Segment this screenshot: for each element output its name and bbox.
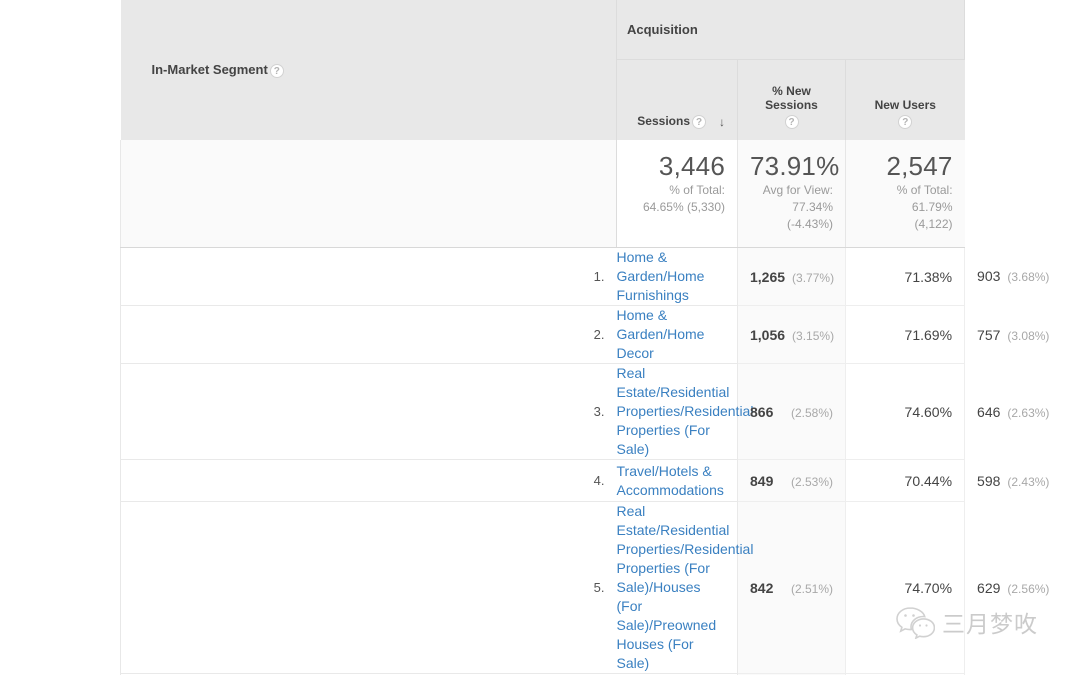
table-body: 3,446 % of Total: 64.65% (5,330) 73.91% … <box>121 140 965 675</box>
row-index: 5. <box>121 502 617 674</box>
new-users-percent: (3.68%) <box>1007 270 1049 284</box>
new-users-header-label: New Users <box>875 98 936 112</box>
segment-cell: Real Estate/Residential Properties/Resid… <box>617 364 738 460</box>
screenshot-root: In-Market Segment? Acquisition Sessions?… <box>0 0 1080 675</box>
question-mark-icon[interactable]: ? <box>692 115 706 129</box>
sessions-percent: (3.77%) <box>792 271 834 285</box>
sessions-value: 1,265 <box>750 269 785 285</box>
percent-new-sessions-header-line1: % New <box>772 84 811 98</box>
segment-cell: Home & Garden/Home Decor <box>617 306 738 364</box>
sessions-cell: 1,056 (3.15%) <box>738 306 846 364</box>
summary-new-users-value: 2,547 <box>858 151 953 181</box>
percent-new-sessions-cell: 74.70% <box>846 502 965 674</box>
sessions-value: 849 <box>750 473 773 489</box>
percent-new-sessions-cell: 71.38% <box>846 248 965 306</box>
row-index: 1. <box>121 248 617 306</box>
percent-new-sessions-cell: 74.60% <box>846 364 965 460</box>
summary-percent-new-sessions-sub1: Avg for View: <box>750 183 833 198</box>
summary-new-users-sub1: % of Total: <box>858 183 953 198</box>
new-users-value: 598 <box>977 473 1000 489</box>
sessions-cell: 866 (2.58%) <box>738 364 846 460</box>
summary-percent-new-sessions-cell: 73.91% Avg for View: 77.34% (-4.43%) <box>738 140 846 248</box>
summary-percent-new-sessions-sub2: 77.34% <box>750 200 833 215</box>
percent-new-sessions-cell: 70.44% <box>846 460 965 502</box>
summary-new-users-sub3: (4,122) <box>858 217 953 232</box>
segment-link[interactable]: Travel/Hotels & Accommodations <box>617 463 724 498</box>
sessions-cell: 1,265 (3.77%) <box>738 248 846 306</box>
percent-new-sessions-value: 70.44% <box>905 473 952 489</box>
percent-new-sessions-column-header[interactable]: % New Sessions ? <box>738 60 846 141</box>
question-mark-icon[interactable]: ? <box>898 115 912 129</box>
arrow-down-icon[interactable]: ↓ <box>713 115 725 129</box>
new-users-value: 903 <box>977 268 1000 284</box>
summary-sessions-sub2: 64.65% (5,330) <box>629 200 725 215</box>
new-users-percent: (2.63%) <box>1007 406 1049 420</box>
summary-sessions-value: 3,446 <box>629 151 725 181</box>
in-market-segment-report-table: In-Market Segment? Acquisition Sessions?… <box>120 0 965 675</box>
sessions-value: 842 <box>750 580 773 596</box>
percent-new-sessions-value: 74.60% <box>905 404 952 420</box>
table-header: In-Market Segment? Acquisition Sessions?… <box>121 0 965 140</box>
sessions-column-header[interactable]: Sessions? ↓ <box>617 60 738 141</box>
summary-new-users-cell: 2,547 % of Total: 61.79% (4,122) <box>846 140 965 248</box>
row-index: 3. <box>121 364 617 460</box>
percent-new-sessions-header-line2: Sessions <box>765 98 818 112</box>
table-row[interactable]: 2.Home & Garden/Home Decor 1,056 (3.15%) 71… <box>121 306 965 364</box>
acquisition-group-header: Acquisition <box>617 0 965 60</box>
sessions-cell: 849 (2.53%) <box>738 460 846 502</box>
segment-link[interactable]: Real Estate/Residential Properties/Resid… <box>617 365 754 457</box>
sessions-percent: (3.15%) <box>792 329 834 343</box>
sessions-header-label: Sessions <box>637 114 690 128</box>
sessions-percent: (2.58%) <box>791 406 833 420</box>
new-users-value: 629 <box>977 580 1000 596</box>
summary-blank-cell <box>121 140 617 248</box>
percent-new-sessions-value: 74.70% <box>905 580 952 596</box>
summary-new-users-sub2: 61.79% <box>858 200 953 215</box>
sessions-percent: (2.53%) <box>791 475 833 489</box>
new-users-value: 757 <box>977 327 1000 343</box>
question-mark-icon[interactable]: ? <box>270 64 284 78</box>
percent-new-sessions-value: 71.69% <box>905 327 952 343</box>
summary-percent-new-sessions-value: 73.91% <box>750 151 833 181</box>
table-row[interactable]: 4.Travel/Hotels & Accommodations 849 (2.53… <box>121 460 965 502</box>
row-index: 4. <box>121 460 617 502</box>
new-users-percent: (2.43%) <box>1007 475 1049 489</box>
table-row[interactable]: 3.Real Estate/Residential Properties/Res… <box>121 364 965 460</box>
segment-cell: Home & Garden/Home Furnishings <box>617 248 738 306</box>
header-group-row: In-Market Segment? Acquisition <box>121 0 965 60</box>
sessions-value: 866 <box>750 404 773 420</box>
new-users-column-header[interactable]: New Users ? <box>846 60 965 141</box>
summary-sessions-sub1: % of Total: <box>629 183 725 198</box>
table-row[interactable]: 1.Home & Garden/Home Furnishings 1,265 (3.… <box>121 248 965 306</box>
segment-cell: Travel/Hotels & Accommodations <box>617 460 738 502</box>
segment-link[interactable]: Real Estate/Residential Properties/Resid… <box>617 503 754 671</box>
sessions-value: 1,056 <box>750 327 785 343</box>
sessions-cell: 842 (2.51%) <box>738 502 846 674</box>
new-users-percent: (3.08%) <box>1007 329 1049 343</box>
sessions-percent: (2.51%) <box>791 582 833 596</box>
segment-link[interactable]: Home & Garden/Home Furnishings <box>617 249 705 303</box>
dimension-column-header[interactable]: In-Market Segment? <box>121 0 617 140</box>
acquisition-group-label: Acquisition <box>627 22 698 37</box>
segment-cell: Real Estate/Residential Properties/Resid… <box>617 502 738 674</box>
new-users-percent: (2.56%) <box>1007 582 1049 596</box>
dimension-header-label: In-Market Segment <box>152 62 268 77</box>
summary-percent-new-sessions-sub3: (-4.43%) <box>750 217 833 232</box>
new-users-value: 646 <box>977 404 1000 420</box>
percent-new-sessions-value: 71.38% <box>905 269 952 285</box>
summary-sessions-cell: 3,446 % of Total: 64.65% (5,330) <box>617 140 738 248</box>
summary-row: 3,446 % of Total: 64.65% (5,330) 73.91% … <box>121 140 965 248</box>
segment-link[interactable]: Home & Garden/Home Decor <box>617 307 705 361</box>
question-mark-icon[interactable]: ? <box>785 115 799 129</box>
row-index: 2. <box>121 306 617 364</box>
percent-new-sessions-cell: 71.69% <box>846 306 965 364</box>
table-row[interactable]: 5.Real Estate/Residential Properties/Res… <box>121 502 965 674</box>
